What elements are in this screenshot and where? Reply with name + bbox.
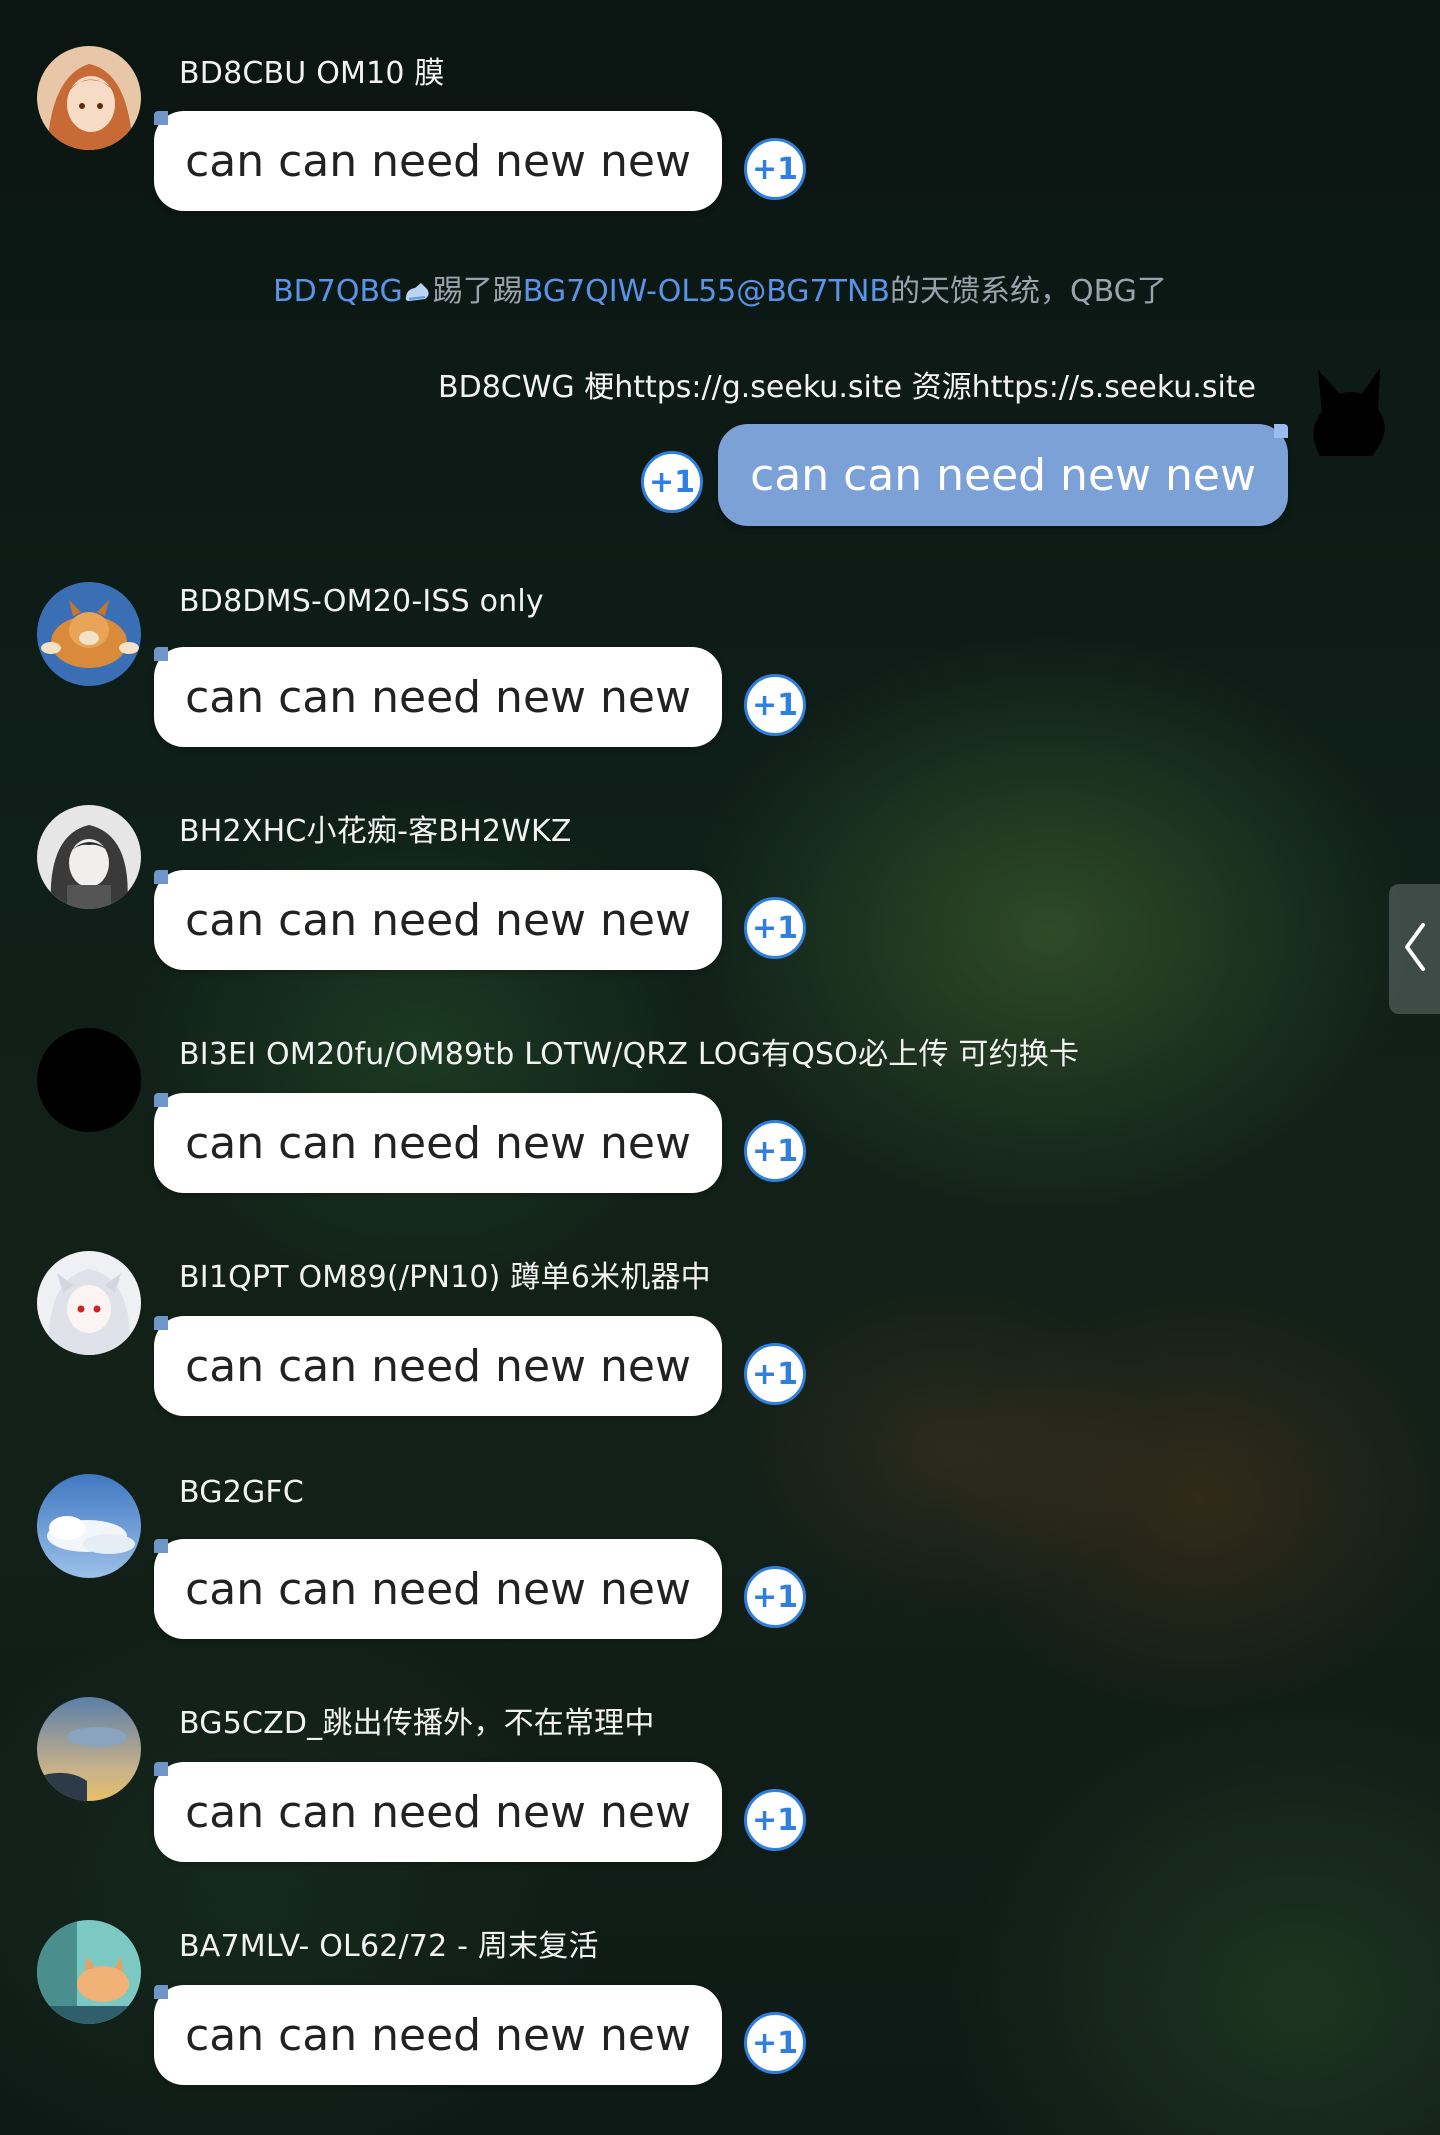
- plus-one-button[interactable]: +1: [744, 1789, 806, 1851]
- sender-name: BI3EI OM20fu/OM89tb LOTW/QRZ LOG有QSO必上传 …: [179, 1037, 1080, 1072]
- sender-name: BD8DMS-OM20-ISS only: [179, 584, 544, 619]
- plus-one-button[interactable]: +1: [744, 1343, 806, 1405]
- kick-icon: [403, 278, 433, 304]
- plus-one-button[interactable]: +1: [744, 897, 806, 959]
- plus-one-button[interactable]: +1: [744, 2012, 806, 2074]
- message-bubble[interactable]: can can need new new: [154, 111, 722, 211]
- plus-one-button[interactable]: +1: [744, 1120, 806, 1182]
- self-message-bubble[interactable]: can can need new new: [718, 424, 1288, 526]
- avatar[interactable]: [37, 805, 141, 909]
- system-target-link[interactable]: BG7QIW-OL55@BG7TNB: [523, 274, 890, 309]
- plus-one-button[interactable]: +1: [641, 451, 703, 513]
- avatar[interactable]: [37, 1697, 141, 1801]
- sender-name: BI1QPT OM89(/PN10) 蹲单6米机器中: [179, 1260, 711, 1295]
- system-suffix-text: 的天馈系统，QBG了: [889, 274, 1167, 309]
- message-bubble[interactable]: can can need new new: [154, 1093, 722, 1193]
- avatar[interactable]: [37, 582, 141, 686]
- avatar[interactable]: [37, 1251, 141, 1355]
- message-bubble[interactable]: can can need new new: [154, 870, 722, 970]
- sender-name: BD8CBU OM10 膜: [179, 56, 445, 91]
- self-avatar-cat[interactable]: [1300, 360, 1394, 464]
- message-bubble[interactable]: can can need new new: [154, 1762, 722, 1862]
- message-bubble[interactable]: can can need new new: [154, 647, 722, 747]
- sender-name: BG2GFC: [179, 1475, 305, 1510]
- system-action-text: 踢了踢: [432, 274, 523, 309]
- plus-one-button[interactable]: +1: [744, 138, 806, 200]
- self-sender-name: BD8CWG 梗https://g.seeku.site 资源https://s…: [438, 370, 1256, 405]
- message-bubble[interactable]: can can need new new: [154, 1985, 722, 2085]
- chevron-left-icon: [1401, 921, 1429, 977]
- plus-one-button[interactable]: +1: [744, 1566, 806, 1628]
- sender-name: BH2XHC小花痴-客BH2WKZ: [179, 814, 572, 849]
- side-drawer-toggle[interactable]: [1389, 884, 1440, 1014]
- avatar[interactable]: [37, 1028, 141, 1132]
- sender-name: BG5CZD_跳出传播外，不在常理中: [179, 1706, 655, 1741]
- system-notice: BD7QBG 踢了踢BG7QIW-OL55@BG7TNB的天馈系统，QBG了: [0, 266, 1440, 310]
- message-bubble[interactable]: can can need new new: [154, 1316, 722, 1416]
- plus-one-button[interactable]: +1: [744, 674, 806, 736]
- system-actor-link[interactable]: BD7QBG: [273, 274, 403, 309]
- message-bubble[interactable]: can can need new new: [154, 1539, 722, 1639]
- avatar[interactable]: [37, 46, 141, 150]
- sender-name: BA7MLV- OL62/72 - 周末复活: [179, 1929, 599, 1964]
- avatar[interactable]: [37, 1474, 141, 1578]
- avatar[interactable]: [37, 1920, 141, 2024]
